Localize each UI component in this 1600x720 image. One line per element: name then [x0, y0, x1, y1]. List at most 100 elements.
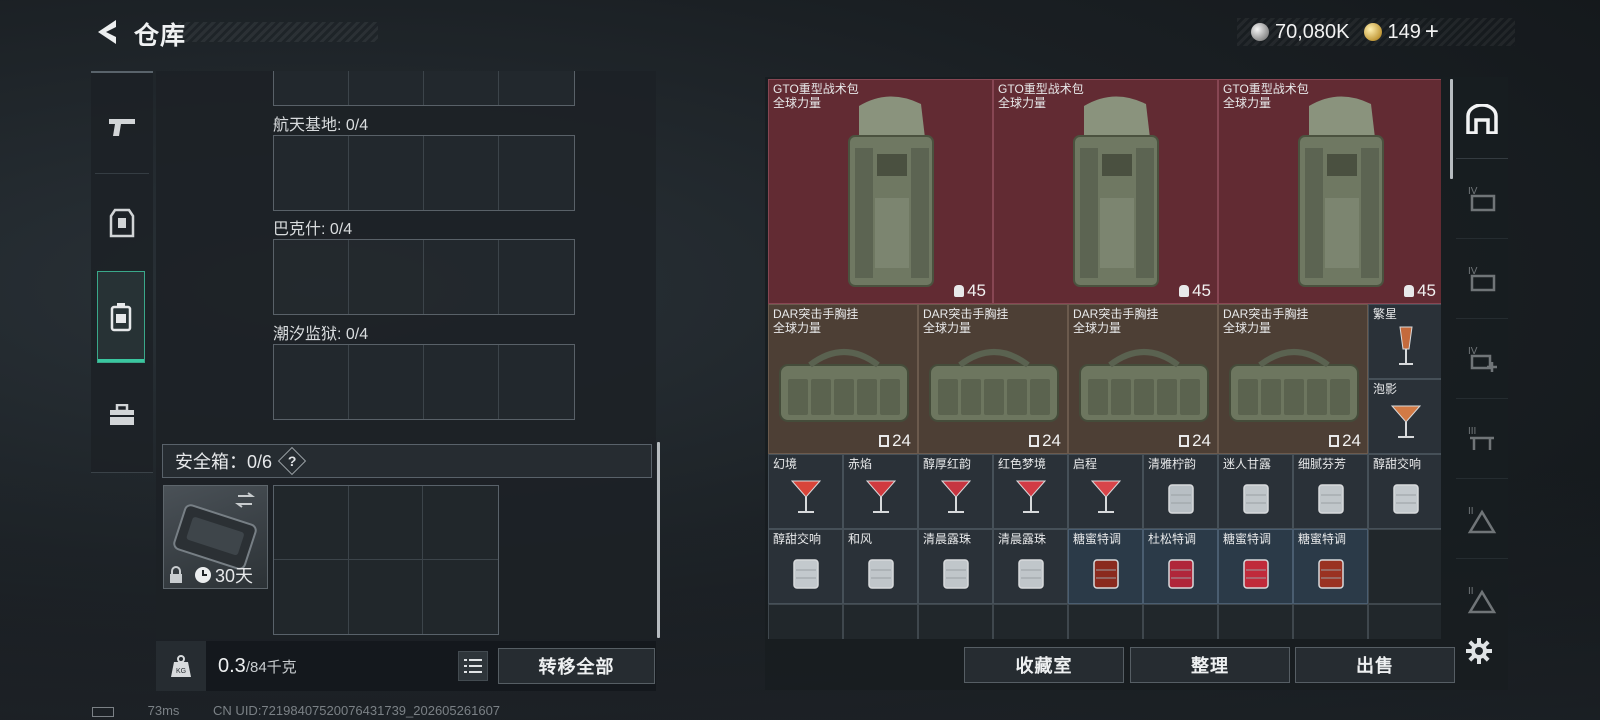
status-bar: 73ms CN UID:7219840752007643173​9_202605…: [92, 703, 500, 718]
item-name: 清晨露珠: [923, 532, 972, 546]
warehouse-icon: [1466, 103, 1498, 134]
item-count: 24: [1179, 431, 1211, 451]
empty-slot[interactable]: [918, 604, 993, 639]
drink-item[interactable]: 杜松特调: [1143, 529, 1218, 604]
item-name: 启程: [1073, 457, 1098, 471]
tumbler-glass-icon: [1018, 559, 1044, 589]
cocktail-glass-icon: [1015, 480, 1047, 513]
drink-item[interactable]: 细腻芬芳: [1293, 454, 1368, 529]
item-name: 清雅柠韵: [1148, 457, 1197, 471]
sidebar-add-shelf[interactable]: IV: [1456, 319, 1508, 399]
drink-item[interactable]: 糖蜜特调: [1068, 529, 1143, 604]
item-count: 24: [879, 431, 911, 451]
vest-item[interactable]: DAR突击手胸挂 全球力量 24: [1068, 304, 1218, 454]
swap-icon: [235, 492, 255, 508]
drink-item[interactable]: 赤焰: [843, 454, 918, 529]
backpack-item[interactable]: GTO重型战术包 全球力量 45: [1218, 79, 1441, 304]
item-name: 醇甜交响: [1373, 457, 1422, 471]
item-name: 杜松特调: [1148, 532, 1197, 546]
item-count: 24: [1029, 431, 1061, 451]
sidebar-home-button[interactable]: [1456, 79, 1508, 159]
safe-box-label: 安全箱：0/6: [175, 452, 273, 472]
nav-armor[interactable]: [91, 177, 153, 269]
drink-item[interactable]: 醇甜交响: [1368, 454, 1441, 529]
item-name: 醇甜交响: [773, 532, 822, 546]
drink-item[interactable]: 醇厚红韵: [918, 454, 993, 529]
sidebar-tab-2[interactable]: II: [1456, 479, 1508, 559]
item-sub: 全球力量: [773, 96, 822, 110]
drink-item[interactable]: 幻境: [768, 454, 843, 529]
empty-slot[interactable]: [768, 604, 843, 639]
backpack-icon: [110, 303, 132, 332]
nav-tools[interactable]: [91, 369, 153, 461]
empty-slot[interactable]: [1143, 604, 1218, 639]
item-name: 迷人甘露: [1223, 457, 1272, 471]
sidebar-tab-3[interactable]: IV: [1456, 239, 1508, 319]
drink-item[interactable]: 醇甜交响: [768, 529, 843, 604]
left-scrollbar[interactable]: [657, 442, 660, 638]
nav-backpack[interactable]: [97, 271, 145, 363]
vest-item[interactable]: DAR突击手胸挂 全球力量 24: [918, 304, 1068, 454]
settings-gear-icon[interactable]: [1465, 637, 1493, 665]
list-view-button[interactable]: [458, 651, 488, 681]
gun-icon: [109, 119, 135, 136]
organize-button[interactable]: 整理: [1130, 647, 1290, 683]
help-icon[interactable]: ?: [277, 446, 307, 476]
drink-item[interactable]: 清晨露珠: [993, 529, 1068, 604]
item-count: 45: [954, 281, 986, 301]
capacity-icon: [1404, 285, 1415, 297]
empty-slot[interactable]: [1068, 604, 1143, 639]
weight-bar: KG 0.3/84千克 转移全部: [156, 641, 656, 691]
drink-item[interactable]: 清雅柠韵: [1143, 454, 1218, 529]
nav-weapons[interactable]: [91, 81, 153, 173]
drink-item[interactable]: 启程: [1068, 454, 1143, 529]
empty-slot[interactable]: [1293, 604, 1368, 639]
tumbler-glass-icon: [1393, 484, 1419, 514]
drink-item[interactable]: 迷人甘露: [1218, 454, 1293, 529]
locker-icon: II: [1467, 586, 1497, 614]
drink-item[interactable]: 清晨露珠: [918, 529, 993, 604]
backpack-item[interactable]: GTO重型战术包 全球力量 45: [993, 79, 1218, 304]
capacity-icon: [879, 435, 890, 447]
sidebar-tab-3b[interactable]: III: [1456, 399, 1508, 479]
empty-slot[interactable]: [1368, 529, 1441, 604]
safe-box-duration: 30天: [215, 566, 254, 586]
empty-slot[interactable]: [993, 604, 1068, 639]
vest-item[interactable]: DAR突击手胸挂 全球力量 24: [768, 304, 918, 454]
location-slots-2[interactable]: [273, 239, 575, 315]
capacity-icon: [1329, 435, 1340, 447]
location-slots-3[interactable]: [273, 344, 575, 420]
drink-item[interactable]: 糖蜜特调: [1293, 529, 1368, 604]
location-slots-1[interactable]: [273, 135, 575, 211]
collection-button[interactable]: 收藏室: [964, 647, 1124, 683]
tumbler-glass-icon: [1168, 559, 1194, 589]
drink-item[interactable]: 泡影: [1368, 379, 1441, 454]
safe-box-item[interactable]: 30天: [163, 485, 268, 589]
cocktail-glass-icon: [940, 480, 972, 513]
capacity-icon: [1029, 435, 1040, 447]
inventory-grid: GTO重型战术包 全球力量 45 GTO重型战术包 全球力量 45 GTO重型战术包 全球力量…: [768, 79, 1441, 639]
safe-box-slots[interactable]: [273, 485, 499, 635]
sell-button[interactable]: 出售: [1295, 647, 1455, 683]
add-currency-button[interactable]: +: [1425, 18, 1439, 46]
drink-item[interactable]: 繁星: [1368, 304, 1441, 379]
backpack-image: [848, 96, 934, 287]
empty-slot[interactable]: [1368, 604, 1441, 639]
cocktail-glass-icon: [865, 480, 897, 513]
empty-slot[interactable]: [1218, 604, 1293, 639]
drink-item[interactable]: 糖蜜特调: [1218, 529, 1293, 604]
vest-image: [1079, 349, 1209, 422]
empty-slot[interactable]: [843, 604, 918, 639]
drink-item[interactable]: 红色梦境: [993, 454, 1068, 529]
vest-item[interactable]: DAR突击手胸挂 全球力量 24: [1218, 304, 1368, 454]
back-arrow-icon[interactable]: [92, 16, 120, 48]
sidebar-tab-2b[interactable]: II: [1456, 559, 1508, 639]
transfer-all-button[interactable]: 转移全部: [498, 648, 655, 684]
tumbler-glass-icon: [943, 559, 969, 589]
right-scrollbar[interactable]: [1450, 79, 1453, 179]
backpack-item[interactable]: GTO重型战术包 全球力量 45: [768, 79, 993, 304]
sidebar-tab-4[interactable]: IV: [1456, 159, 1508, 239]
location-label-3: 潮汐监狱: 0/4: [273, 326, 369, 343]
drink-item[interactable]: 和风: [843, 529, 918, 604]
inventory-sidebar: IV IV IV III II II: [1456, 77, 1508, 691]
